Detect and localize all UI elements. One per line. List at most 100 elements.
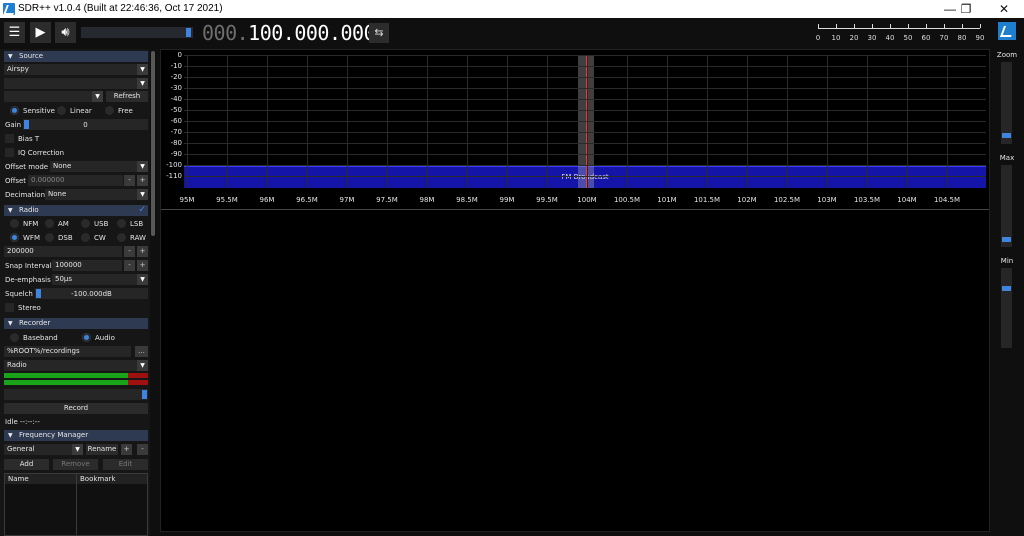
gain-slider[interactable]: 0 bbox=[23, 119, 148, 130]
edit-bookmark-button[interactable]: Edit bbox=[103, 459, 148, 470]
mute-button[interactable]: 🔊︎ bbox=[55, 22, 76, 43]
volume-slider[interactable] bbox=[81, 27, 193, 38]
swap-arrows-icon: ⇆ bbox=[374, 26, 384, 39]
grid-line-horizontal bbox=[184, 176, 986, 177]
recorder-section-header[interactable]: Recorder bbox=[4, 318, 148, 329]
grid-line-vertical bbox=[787, 55, 788, 188]
bookmark-list-select[interactable]: General ▼ bbox=[4, 444, 83, 455]
demod-dsb-label: DSB bbox=[58, 234, 73, 242]
demod-cw-radio[interactable] bbox=[81, 233, 90, 242]
close-button[interactable]: ✕ bbox=[986, 0, 1022, 18]
sample-rate-select[interactable]: ▼ bbox=[4, 91, 103, 102]
squelch-slider[interactable]: -100.000dB bbox=[35, 288, 148, 299]
demod-cw-label: CW bbox=[94, 234, 106, 242]
x-axis-label: 103.5M bbox=[853, 196, 881, 204]
grid-line-vertical bbox=[907, 55, 908, 188]
deemphasis-select[interactable]: 50µs ▼ bbox=[52, 274, 148, 285]
snap-increment-button[interactable]: + bbox=[137, 260, 148, 271]
frequency-manager-section-header[interactable]: Frequency Manager bbox=[4, 430, 148, 441]
max-label: Max bbox=[999, 154, 1015, 162]
check-icon[interactable]: ✓ bbox=[138, 205, 146, 216]
min-slider-handle[interactable] bbox=[1002, 286, 1011, 291]
grid-line-horizontal bbox=[184, 121, 986, 122]
audio-level-meter-right bbox=[4, 380, 148, 385]
volume-slider-handle[interactable] bbox=[186, 28, 191, 37]
y-axis-label: -20 bbox=[170, 73, 182, 81]
record-button[interactable]: Record bbox=[4, 403, 148, 414]
bookmark-col-bookmark[interactable]: Bookmark bbox=[80, 475, 115, 483]
remove-list-button[interactable]: - bbox=[137, 444, 148, 455]
add-list-button[interactable]: + bbox=[121, 444, 132, 455]
max-slider[interactable] bbox=[1001, 165, 1012, 247]
source-device-select[interactable]: Airspy ▼ bbox=[4, 64, 148, 75]
demod-nfm-radio[interactable] bbox=[10, 219, 19, 228]
demod-wfm-radio[interactable] bbox=[10, 233, 19, 242]
refresh-button[interactable]: Refresh bbox=[106, 91, 148, 102]
stereo-checkbox[interactable] bbox=[5, 303, 14, 312]
bookmark-col-name[interactable]: Name bbox=[8, 475, 29, 483]
y-axis-label: -60 bbox=[170, 117, 182, 125]
play-button[interactable]: ▶ bbox=[30, 22, 51, 43]
hamburger-menu-button[interactable]: ☰ bbox=[4, 22, 25, 43]
radio-section-header[interactable]: Radio ✓ bbox=[4, 205, 148, 216]
grid-line-horizontal bbox=[184, 66, 986, 67]
menu-scrollbar-thumb[interactable] bbox=[151, 51, 155, 236]
offset-mode-select[interactable]: None ▼ bbox=[50, 161, 148, 172]
add-bookmark-button[interactable]: Add bbox=[4, 459, 49, 470]
frequency-display[interactable]: 000.100.000.000 bbox=[202, 21, 376, 45]
browse-path-button[interactable]: ... bbox=[135, 346, 148, 357]
bandwidth-increment-button[interactable]: + bbox=[137, 246, 148, 257]
demod-am-radio[interactable] bbox=[45, 219, 54, 228]
snap-decrement-button[interactable]: - bbox=[124, 260, 135, 271]
zoom-slider-handle[interactable] bbox=[1002, 133, 1011, 138]
recorder-baseband-radio[interactable] bbox=[10, 333, 19, 342]
decimation-select[interactable]: None ▼ bbox=[45, 189, 148, 200]
offset-increment-button[interactable]: + bbox=[137, 175, 148, 186]
snap-interval-input[interactable]: 100000 bbox=[52, 260, 122, 271]
waterfall[interactable] bbox=[161, 211, 989, 531]
fft-waterfall-separator[interactable] bbox=[161, 209, 989, 210]
menu-scrollbar[interactable] bbox=[150, 49, 156, 536]
recorder-audio-radio[interactable] bbox=[82, 333, 91, 342]
x-axis-label: 102.5M bbox=[773, 196, 801, 204]
mode-sensitive-radio[interactable] bbox=[10, 106, 19, 115]
maximize-button[interactable]: ❐ bbox=[948, 0, 984, 18]
source-serial-select[interactable]: ▼ bbox=[4, 78, 148, 89]
bandwidth-input[interactable]: 200000 bbox=[4, 246, 122, 257]
demod-lsb-radio[interactable] bbox=[117, 219, 126, 228]
demod-raw-radio[interactable] bbox=[117, 233, 126, 242]
remove-bookmark-button[interactable]: Remove bbox=[53, 459, 98, 470]
play-icon: ▶ bbox=[35, 25, 46, 40]
bookmark-table[interactable]: Name Bookmark bbox=[4, 473, 148, 536]
mode-free-radio[interactable] bbox=[105, 106, 114, 115]
offset-mode-label: Offset mode bbox=[5, 163, 49, 171]
bias-t-checkbox[interactable] bbox=[5, 134, 14, 143]
offset-input[interactable]: 0.000000 bbox=[28, 175, 123, 186]
grid-line-vertical bbox=[307, 55, 308, 188]
source-section-header[interactable]: Source bbox=[4, 51, 148, 62]
recorder-volume-slider[interactable] bbox=[4, 389, 148, 400]
grid-line-horizontal bbox=[184, 132, 986, 133]
recorder-stream-select[interactable]: Radio ▼ bbox=[4, 360, 148, 371]
min-slider[interactable] bbox=[1001, 268, 1012, 348]
y-axis-label: -110 bbox=[166, 172, 182, 180]
offset-decrement-button[interactable]: - bbox=[124, 175, 135, 186]
tuning-mode-button[interactable]: ⇆ bbox=[369, 23, 389, 43]
mode-free-label: Free bbox=[118, 107, 133, 115]
bandwidth-decrement-button[interactable]: - bbox=[124, 246, 135, 257]
frequency-value[interactable]: 100.000.000 bbox=[248, 21, 375, 45]
demod-dsb-radio[interactable] bbox=[45, 233, 54, 242]
zoom-slider[interactable] bbox=[1001, 62, 1012, 144]
recorder-volume-handle[interactable] bbox=[142, 390, 147, 399]
title-bar: SDR++ v1.0.4 (Built at 22:46:36, Oct 17 … bbox=[0, 0, 1024, 18]
rename-list-button[interactable]: Rename bbox=[86, 444, 118, 455]
iq-correction-checkbox[interactable] bbox=[5, 148, 14, 157]
frequency-leading-zeros[interactable]: 000. bbox=[202, 21, 249, 45]
demod-nfm-label: NFM bbox=[23, 220, 39, 228]
mode-linear-radio[interactable] bbox=[57, 106, 66, 115]
snr-scale-line bbox=[818, 28, 980, 29]
max-slider-handle[interactable] bbox=[1002, 237, 1011, 242]
demod-usb-radio[interactable] bbox=[81, 219, 90, 228]
recording-path-input[interactable]: %ROOT%/recordings bbox=[4, 346, 131, 357]
chevron-down-icon: ▼ bbox=[137, 78, 148, 89]
